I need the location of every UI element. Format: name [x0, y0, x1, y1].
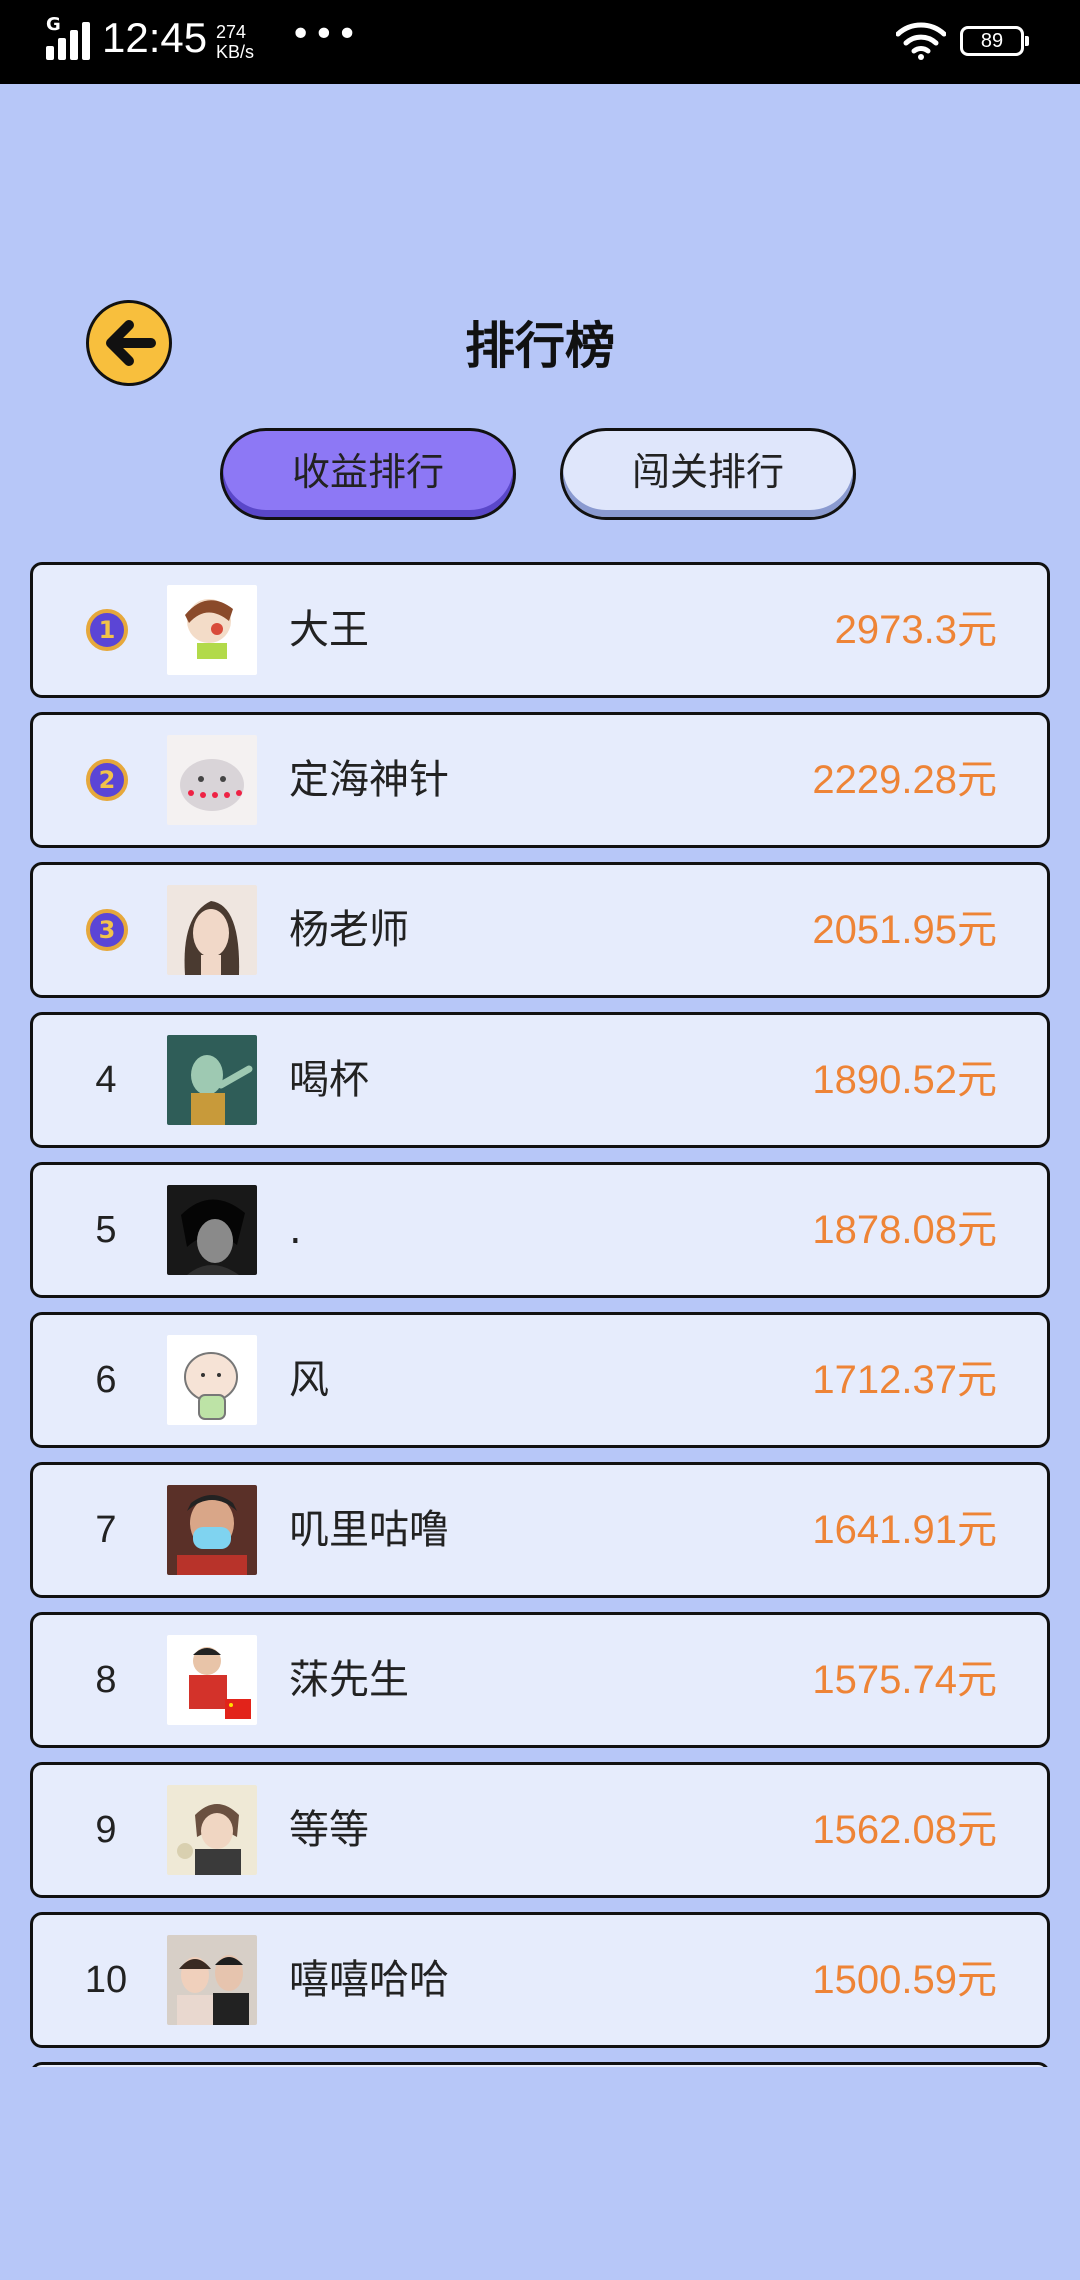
rank-number: 7: [95, 1509, 117, 1551]
avatar: [167, 1335, 257, 1425]
avatar: [167, 1935, 257, 2025]
earnings-amount: 1500.59元: [812, 1958, 997, 2002]
ranking-row[interactable]: [30, 2062, 1050, 2067]
rank-number: 4: [95, 1059, 117, 1101]
earnings-amount: 1890.52元: [812, 1058, 997, 1102]
rank-number: 9: [95, 1809, 117, 1851]
ranking-row[interactable]: 9 等等 1562.08元: [30, 1762, 1050, 1898]
avatar: [167, 735, 257, 825]
ranking-row[interactable]: 8 莯先生 1575.74元: [30, 1612, 1050, 1748]
user-name: .: [289, 1207, 302, 1253]
avatar: [167, 1635, 257, 1725]
wifi-icon: [896, 22, 946, 60]
avatar: [167, 885, 257, 975]
user-name: 大王: [289, 607, 369, 653]
ranking-list[interactable]: 1 大王 2973.3元 2 定海神针 2229.28元 3 杨老师 2051.…: [30, 562, 1050, 2067]
ranking-row[interactable]: 4 喝杯 1890.52元: [30, 1012, 1050, 1148]
battery-icon: 89: [960, 26, 1029, 56]
ranking-row[interactable]: 7 叽里咕噜 1641.91元: [30, 1462, 1050, 1598]
earnings-amount: 1575.74元: [812, 1658, 997, 1702]
user-name: 风: [289, 1357, 329, 1403]
earnings-amount: 1641.91元: [812, 1508, 997, 1552]
status-bar: G 12:45 274 KB/s ••• 89: [0, 0, 1080, 84]
tab-earnings-ranking[interactable]: 收益排行: [220, 428, 516, 520]
ranking-row[interactable]: 10 嘻嘻哈哈 1500.59元: [30, 1912, 1050, 2048]
user-name: 莯先生: [289, 1657, 409, 1703]
clock: 12:45: [102, 14, 208, 61]
gold-medal-icon: 1: [86, 609, 128, 651]
rank-number: 8: [95, 1659, 117, 1701]
rank-number: 5: [95, 1209, 117, 1251]
ranking-row[interactable]: 2 定海神针 2229.28元: [30, 712, 1050, 848]
network-speed-value: 274: [216, 22, 247, 42]
rank-number: 6: [95, 1359, 117, 1401]
user-name: 等等: [289, 1807, 369, 1853]
page-title: 排行榜: [465, 317, 615, 375]
earnings-amount: 2229.28元: [812, 758, 997, 802]
user-name: 杨老师: [289, 907, 409, 953]
earnings-amount: 1878.08元: [812, 1208, 997, 1252]
avatar: [167, 1485, 257, 1575]
network-speed-unit: KB/s: [216, 42, 255, 62]
tab-level-ranking[interactable]: 闯关排行: [560, 428, 856, 520]
earnings-amount: 1562.08元: [812, 1808, 997, 1852]
avatar: [167, 1035, 257, 1125]
earnings-amount: 1712.37元: [812, 1358, 997, 1402]
network-speed: 274 KB/s: [216, 22, 254, 62]
earnings-amount: 2973.3元: [834, 608, 997, 652]
ranking-row[interactable]: 1 大王 2973.3元: [30, 562, 1050, 698]
battery-level: 89: [980, 30, 1004, 52]
ranking-row[interactable]: 5 . 1878.08元: [30, 1162, 1050, 1298]
ranking-row[interactable]: 3 杨老师 2051.95元: [30, 862, 1050, 998]
earnings-amount: 2051.95元: [812, 908, 997, 952]
bronze-medal-icon: 3: [86, 909, 128, 951]
user-name: 定海神针: [289, 757, 449, 803]
avatar: [167, 1785, 257, 1875]
user-name: 叽里咕噜: [289, 1507, 449, 1553]
rank-number: [73, 2065, 139, 2067]
user-name: 喝杯: [289, 1057, 369, 1103]
cellular-signal-icon: G: [46, 14, 92, 60]
silver-medal-icon: 2: [86, 759, 128, 801]
avatar: [167, 585, 257, 675]
network-type: G: [46, 14, 61, 35]
more-notifications-icon: •••: [290, 14, 360, 55]
user-name: 嘻嘻哈哈: [289, 1957, 449, 2003]
avatar: [167, 1185, 257, 1275]
ranking-row[interactable]: 6 风 1712.37元: [30, 1312, 1050, 1448]
rank-number: 10: [84, 1959, 128, 2001]
